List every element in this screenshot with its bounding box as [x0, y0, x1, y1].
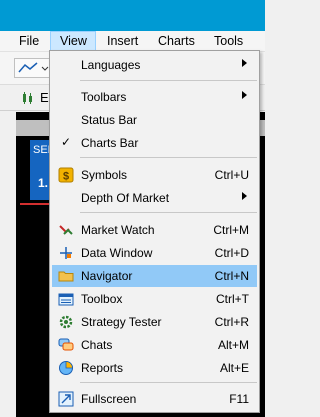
menu-item-label: Symbols [81, 168, 128, 182]
market-watch-icon [59, 225, 73, 235]
menu-item-shortcut: Ctrl+M [213, 223, 249, 237]
menu-item-shortcut: Alt+E [219, 361, 249, 375]
price-line [20, 203, 52, 205]
menu-item-label: Strategy Tester [81, 315, 162, 329]
menu-separator [80, 157, 257, 158]
checkmark-icon: ✓ [61, 135, 72, 149]
menu-item-shortcut: Ctrl+T [216, 292, 249, 306]
menu-item-label: Market Watch [81, 223, 155, 237]
menu-item-navigator[interactable]: Navigator Ctrl+N [52, 265, 257, 287]
menu-item-chats[interactable]: Chats Alt+M [52, 334, 257, 356]
menu-item-charts-bar[interactable]: ✓ Charts Bar [52, 132, 257, 154]
title-bar [0, 0, 265, 31]
dollar-icon: $ [58, 167, 74, 183]
menu-item-label: Data Window [81, 246, 153, 260]
gear-icon [59, 315, 73, 329]
candlestick-icon [23, 92, 32, 104]
menu-item-depth-of-market[interactable]: Depth Of Market [52, 187, 257, 209]
menu-item-strategy-tester[interactable]: Strategy Tester Ctrl+R [52, 311, 257, 333]
menu-view[interactable]: View [50, 31, 96, 51]
menu-item-languages[interactable]: Languages [52, 54, 257, 76]
folder-icon [58, 271, 74, 282]
view-menu-dropdown: Languages Toolbars Status Bar ✓ Charts B… [49, 50, 260, 413]
menu-item-toolbars[interactable]: Toolbars [52, 86, 257, 108]
menu-item-toolbox[interactable]: Toolbox Ctrl+T [52, 288, 257, 310]
menu-item-label: Status Bar [81, 113, 138, 127]
chart-tab-label[interactable]: E [40, 90, 49, 105]
menu-item-label: Reports [81, 361, 124, 375]
fullscreen-icon [58, 391, 74, 407]
submenu-arrow-icon [242, 192, 247, 200]
menu-insert[interactable]: Insert [107, 31, 138, 51]
menu-item-symbols[interactable]: $ Symbols Ctrl+U [52, 164, 257, 186]
menu-item-shortcut: Ctrl+D [214, 246, 249, 260]
menu-item-shortcut: Ctrl+R [214, 315, 249, 329]
submenu-arrow-icon [242, 91, 247, 99]
menu-item-label: Depth Of Market [81, 191, 170, 205]
menu-item-data-window[interactable]: Data Window Ctrl+D [52, 242, 257, 264]
menu-tools[interactable]: Tools [214, 31, 243, 51]
menu-item-label: Languages [81, 58, 141, 72]
pie-chart-icon [59, 361, 73, 375]
menu-item-label: Toolbox [81, 292, 123, 306]
toolbox-icon [58, 293, 74, 306]
menu-item-shortcut: Ctrl+N [214, 269, 249, 283]
line-chart-icon [18, 62, 49, 73]
menu-item-fullscreen[interactable]: Fullscreen F11 [52, 388, 257, 410]
chat-icon [58, 338, 74, 351]
menu-bar: File View Insert Charts Tools [0, 31, 265, 52]
menu-item-shortcut: Ctrl+U [214, 168, 249, 182]
menu-item-status-bar[interactable]: Status Bar [52, 109, 257, 131]
menu-separator [80, 212, 257, 213]
menu-item-label: Fullscreen [81, 392, 137, 406]
svg-text:$: $ [63, 171, 69, 183]
menu-item-label: Charts Bar [81, 136, 139, 150]
menu-item-shortcut: F11 [229, 392, 249, 406]
menu-item-label: Navigator [81, 269, 133, 283]
menu-item-label: Toolbars [81, 90, 127, 104]
menu-separator [80, 80, 257, 81]
menu-item-reports[interactable]: Reports Alt+E [52, 357, 257, 379]
menu-file[interactable]: File [19, 31, 39, 51]
menu-separator [80, 382, 257, 383]
crosshair-icon [60, 247, 72, 259]
submenu-arrow-icon [242, 59, 247, 67]
menu-item-label: Chats [81, 338, 113, 352]
menu-item-market-watch[interactable]: Market Watch Ctrl+M [52, 219, 257, 241]
sell-price: 1. [38, 176, 49, 190]
menu-item-shortcut: Alt+M [217, 338, 249, 352]
line-chart-button[interactable] [14, 58, 50, 78]
menu-charts[interactable]: Charts [158, 31, 195, 51]
